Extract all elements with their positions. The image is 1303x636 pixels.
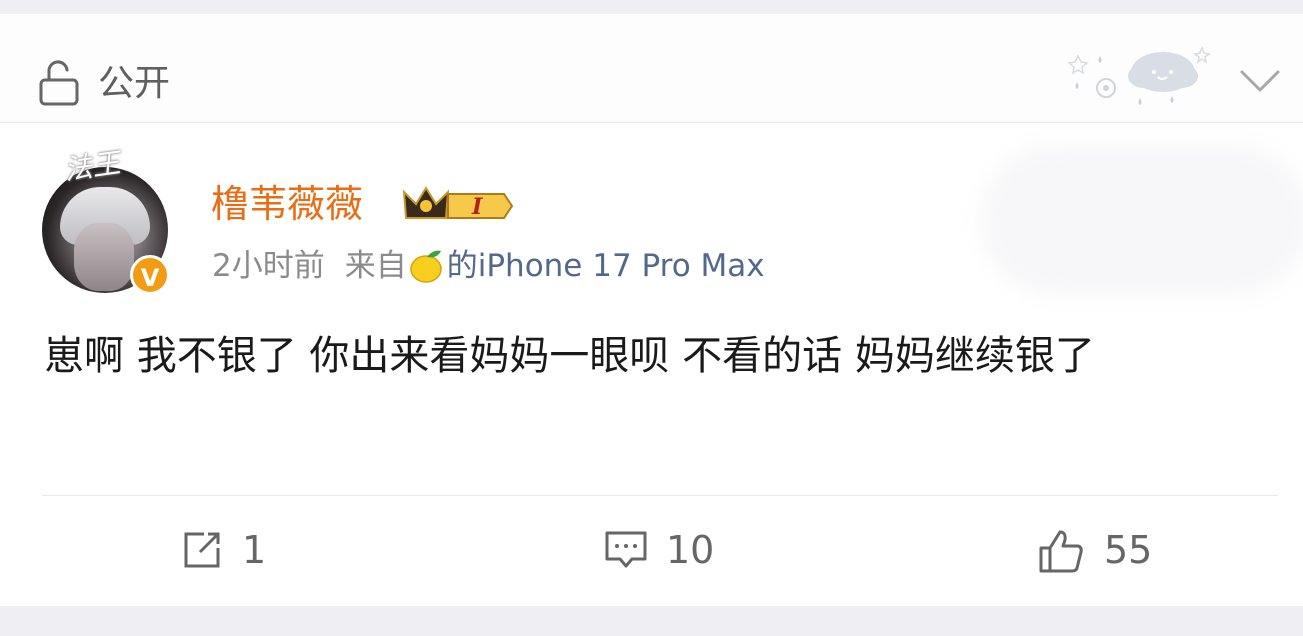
divider bbox=[0, 122, 1303, 123]
post-text: 崽啊 我不银了 你出来看妈妈一眼呗 不看的话 妈妈继续银了 bbox=[44, 333, 1095, 379]
author-name[interactable]: 橹苇薇薇 bbox=[211, 181, 363, 227]
comment-icon bbox=[605, 531, 647, 568]
device-name: iPhone 17 Pro Max bbox=[477, 248, 765, 284]
thumbs-up-icon bbox=[1039, 530, 1083, 573]
member-level-text: I bbox=[471, 194, 483, 220]
post-time: 2小时前 bbox=[212, 248, 325, 284]
top-separator-band bbox=[0, 0, 1303, 14]
comment-count: 10 bbox=[666, 528, 715, 572]
bottom-separator-band bbox=[0, 606, 1303, 636]
avatar-tag: 法王 bbox=[62, 146, 123, 187]
cloud-decoration-icon bbox=[1067, 45, 1211, 105]
repost-count: 1 bbox=[242, 528, 267, 572]
privacy-bar[interactable]: 公开 bbox=[0, 14, 1303, 122]
avatar[interactable]: 法王 V bbox=[40, 145, 190, 295]
lock-open-icon bbox=[39, 60, 79, 106]
repost-icon bbox=[184, 532, 220, 568]
from-label: 来自 bbox=[344, 248, 407, 284]
verified-badge-icon: V bbox=[130, 255, 170, 295]
lemon-icon bbox=[409, 250, 442, 283]
chevron-down-icon[interactable] bbox=[1238, 66, 1282, 96]
like-count: 55 bbox=[1104, 528, 1153, 572]
source-device[interactable]: 的iPhone 17 Pro Max bbox=[447, 248, 765, 284]
background-decoration bbox=[980, 145, 1303, 295]
privacy-label: 公开 bbox=[98, 63, 171, 104]
member-crown-badge-icon[interactable]: I bbox=[400, 182, 516, 224]
divider bbox=[42, 495, 1278, 496]
source-prefix: 的 bbox=[446, 248, 478, 284]
post-meta: 2小时前 来自 的iPhone 17 Pro Max bbox=[212, 246, 765, 286]
